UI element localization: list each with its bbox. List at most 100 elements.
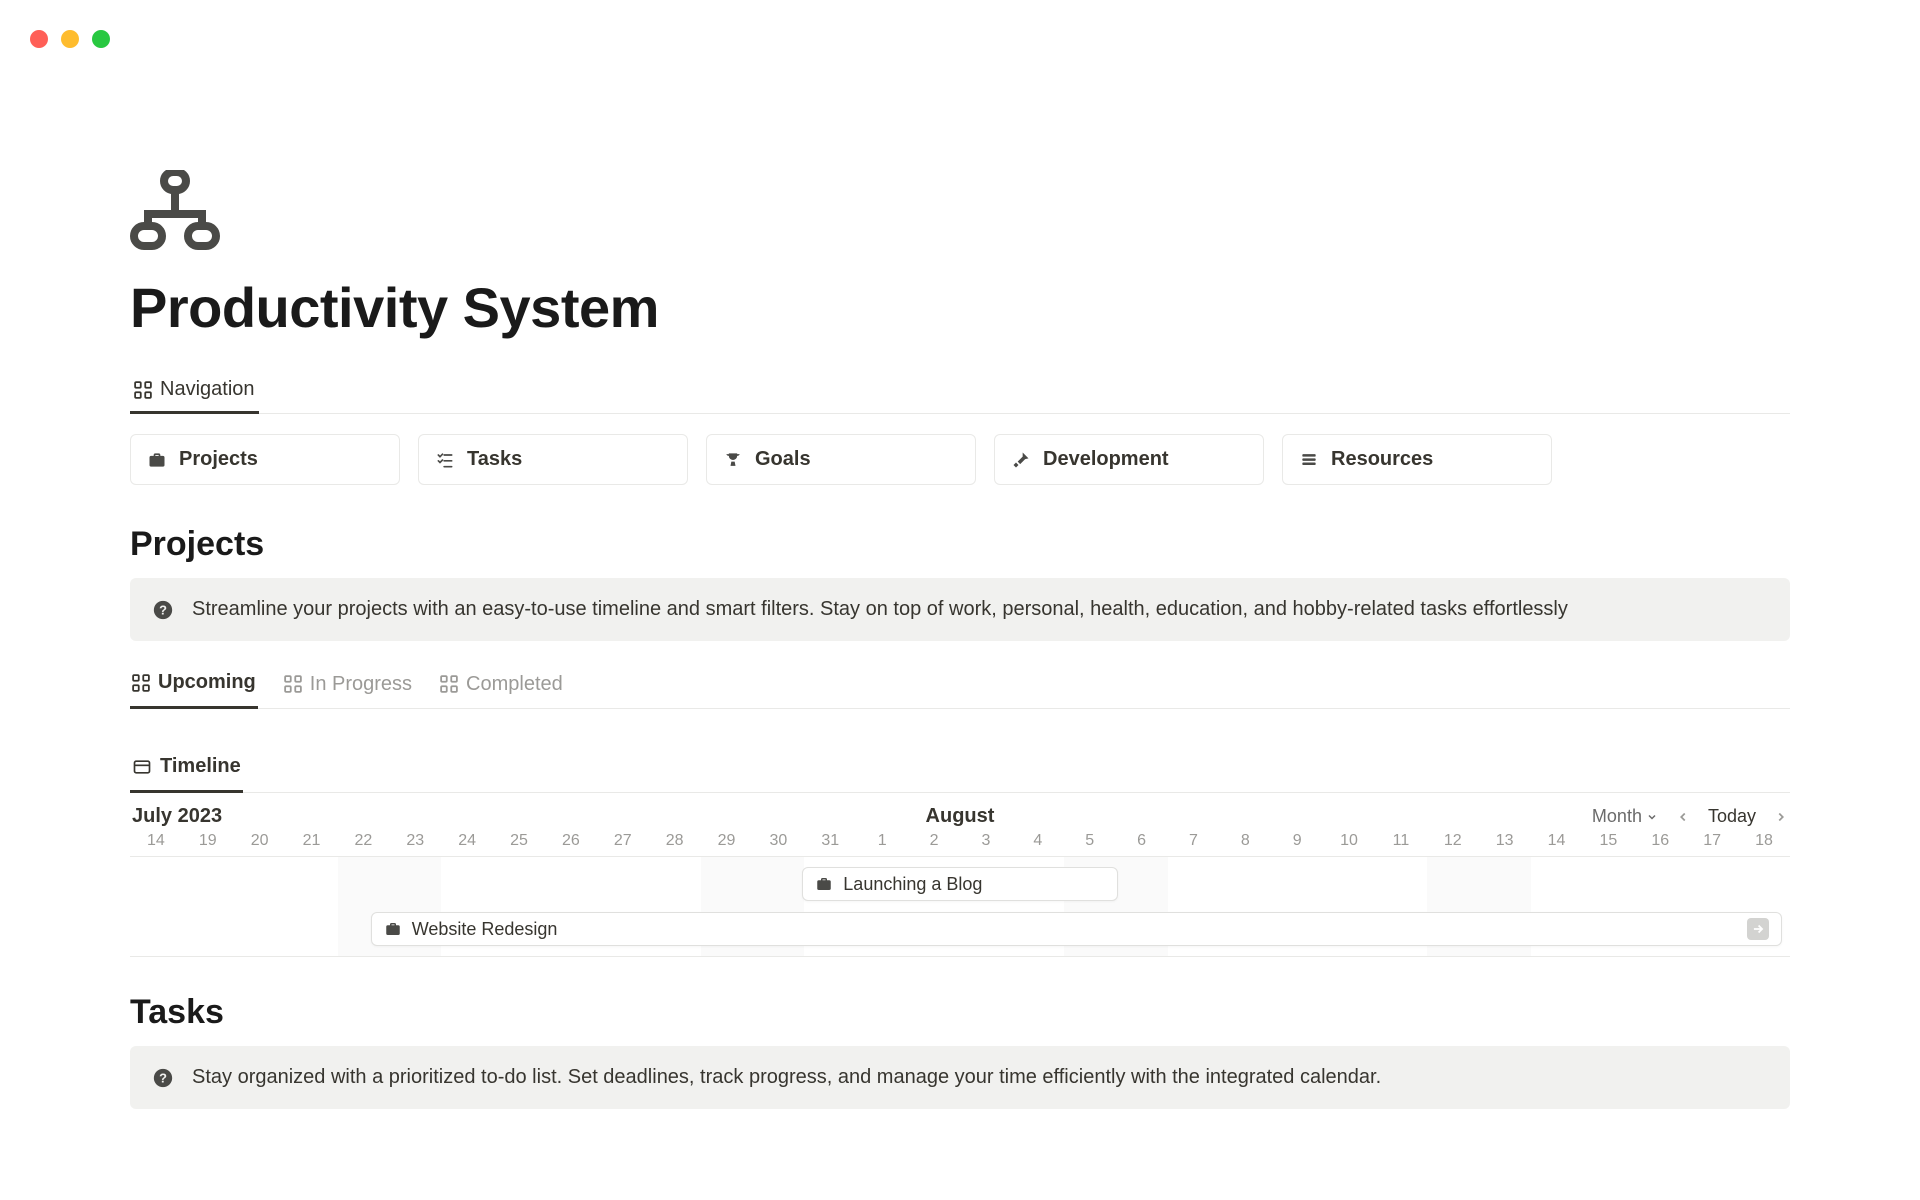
nav-card-goals[interactable]: Goals — [706, 434, 976, 485]
svg-text:?: ? — [159, 602, 167, 617]
briefcase-icon — [147, 450, 167, 470]
timeline-bar-launching-a-blog[interactable]: Launching a Blog — [802, 867, 1117, 901]
filter-tab-in-progress[interactable]: In Progress — [282, 665, 414, 709]
day-label: 13 — [1479, 832, 1531, 850]
day-label: 27 — [597, 832, 649, 850]
day-label: 1 — [856, 832, 908, 850]
day-label: 29 — [701, 832, 753, 850]
tab-navigation[interactable]: Navigation — [130, 370, 259, 414]
day-label: 6 — [1116, 832, 1168, 850]
timeline-icon — [132, 757, 152, 777]
chevron-down-icon — [1646, 811, 1658, 823]
tasks-callout: ? Stay organized with a prioritized to-d… — [130, 1046, 1790, 1109]
day-label: 25 — [493, 832, 545, 850]
question-circle-icon: ? — [152, 599, 174, 621]
timeline-tab-row: Timeline — [130, 749, 1790, 793]
grid-icon — [132, 674, 150, 692]
tasks-heading: Tasks — [130, 993, 1790, 1032]
briefcase-icon — [384, 920, 402, 938]
day-label: 7 — [1168, 832, 1220, 850]
nav-card-label: Resources — [1331, 448, 1433, 471]
page-title: Productivity System — [130, 275, 1790, 340]
day-label: 14 — [130, 832, 182, 850]
tab-timeline[interactable]: Timeline — [130, 749, 243, 793]
nav-card-row: Projects Tasks Goals Developme — [130, 434, 1790, 485]
nav-card-development[interactable]: Development — [994, 434, 1264, 485]
timeline-header: July 2023 August Month Today — [130, 793, 1790, 832]
timeline-bar-label: Launching a Blog — [843, 874, 982, 895]
nav-card-resources[interactable]: Resources — [1282, 434, 1552, 485]
day-label: 4 — [1012, 832, 1064, 850]
filter-tab-label: Upcoming — [158, 671, 256, 694]
day-label: 2 — [908, 832, 960, 850]
day-label: 11 — [1375, 832, 1427, 850]
day-label: 23 — [389, 832, 441, 850]
minimize-window-dot[interactable] — [61, 30, 79, 48]
stack-icon — [1299, 450, 1319, 470]
day-label: 21 — [286, 832, 338, 850]
question-circle-icon: ? — [152, 1067, 174, 1089]
day-label: 30 — [753, 832, 805, 850]
day-label: 3 — [960, 832, 1012, 850]
day-label: 14 — [1531, 832, 1583, 850]
close-window-dot[interactable] — [30, 30, 48, 48]
chevron-right-icon[interactable] — [1774, 810, 1788, 824]
day-label: 16 — [1634, 832, 1686, 850]
tool-icon — [1011, 450, 1031, 470]
nav-card-label: Tasks — [467, 448, 522, 471]
trophy-icon — [723, 450, 743, 470]
timeline-month-left: July 2023 — [132, 805, 222, 828]
briefcase-icon — [815, 875, 833, 893]
chevron-left-icon[interactable] — [1676, 810, 1690, 824]
window-traffic-lights — [30, 30, 110, 48]
timeline-bar-label: Website Redesign — [412, 919, 1737, 940]
day-label: 24 — [441, 832, 493, 850]
day-label: 19 — [182, 832, 234, 850]
nav-card-label: Development — [1043, 448, 1169, 471]
tasks-callout-text: Stay organized with a prioritized to-do … — [192, 1066, 1381, 1089]
day-label: 15 — [1583, 832, 1635, 850]
day-label: 8 — [1219, 832, 1271, 850]
day-label: 20 — [234, 832, 286, 850]
timeline-bar-website-redesign[interactable]: Website Redesign — [371, 912, 1782, 946]
nav-card-projects[interactable]: Projects — [130, 434, 400, 485]
day-label: 5 — [1064, 832, 1116, 850]
day-label: 12 — [1427, 832, 1479, 850]
timeline-today-button[interactable]: Today — [1708, 806, 1756, 827]
day-label: 9 — [1271, 832, 1323, 850]
day-label: 10 — [1323, 832, 1375, 850]
timeline-scale-select[interactable]: Month — [1592, 806, 1658, 827]
page-hero-icon — [130, 170, 1790, 255]
day-label: 17 — [1686, 832, 1738, 850]
timeline-month-center: August — [926, 805, 995, 828]
nav-card-label: Projects — [179, 448, 258, 471]
timeline-scale-label: Month — [1592, 806, 1642, 827]
checklist-icon — [435, 450, 455, 470]
grid-icon — [440, 675, 458, 693]
svg-text:?: ? — [159, 1070, 167, 1085]
filter-tab-label: In Progress — [310, 673, 412, 696]
tab-navigation-label: Navigation — [160, 378, 255, 401]
nav-card-label: Goals — [755, 448, 811, 471]
zoom-window-dot[interactable] — [92, 30, 110, 48]
day-label: 22 — [338, 832, 390, 850]
projects-callout-text: Streamline your projects with an easy-to… — [192, 598, 1568, 621]
projects-filter-tabs: Upcoming In Progress Completed — [130, 665, 1790, 709]
navigation-tab-row: Navigation — [130, 370, 1790, 414]
projects-heading: Projects — [130, 525, 1790, 564]
nav-card-tasks[interactable]: Tasks — [418, 434, 688, 485]
day-label: 18 — [1738, 832, 1790, 850]
timeline-body[interactable]: Launching a Blog Website Redesign — [130, 857, 1790, 957]
grid-icon — [134, 381, 152, 399]
timeline-day-ruler: 1419202122232425262728293031123456789101… — [130, 832, 1790, 857]
filter-tab-completed[interactable]: Completed — [438, 665, 565, 709]
day-label: 26 — [545, 832, 597, 850]
grid-icon — [284, 675, 302, 693]
tab-timeline-label: Timeline — [160, 755, 241, 778]
filter-tab-upcoming[interactable]: Upcoming — [130, 665, 258, 709]
day-label: 31 — [804, 832, 856, 850]
filter-tab-label: Completed — [466, 673, 563, 696]
projects-callout: ? Streamline your projects with an easy-… — [130, 578, 1790, 641]
arrow-right-icon — [1747, 918, 1769, 940]
day-label: 28 — [649, 832, 701, 850]
